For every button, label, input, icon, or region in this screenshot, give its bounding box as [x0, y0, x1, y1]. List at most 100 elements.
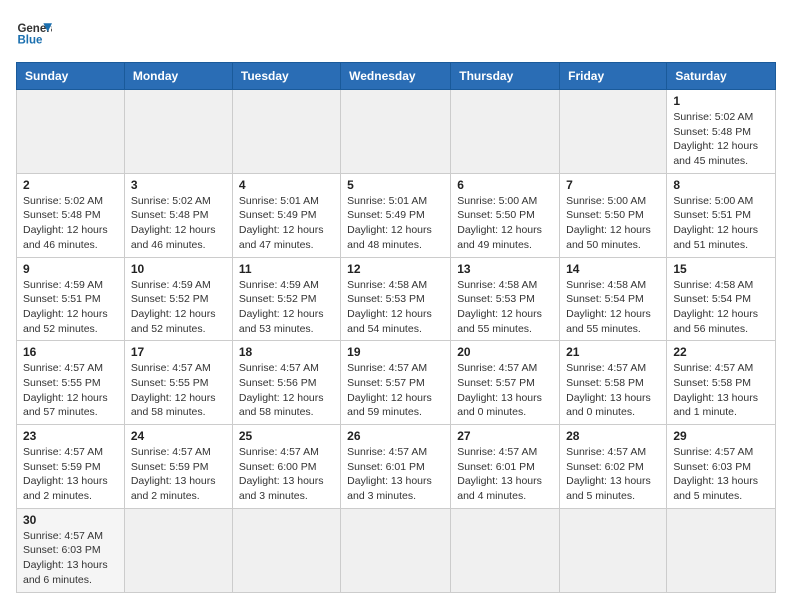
day-info: Sunrise: 4:57 AMSunset: 5:55 PMDaylight:… — [131, 361, 226, 420]
day-number: 6 — [457, 178, 553, 192]
day-info: Sunrise: 4:59 AMSunset: 5:52 PMDaylight:… — [239, 278, 334, 337]
day-cell — [124, 90, 232, 174]
day-number: 13 — [457, 262, 553, 276]
day-info: Sunrise: 5:01 AMSunset: 5:49 PMDaylight:… — [347, 194, 444, 253]
day-info: Sunrise: 5:02 AMSunset: 5:48 PMDaylight:… — [131, 194, 226, 253]
day-info: Sunrise: 4:57 AMSunset: 5:58 PMDaylight:… — [673, 361, 769, 420]
day-number: 1 — [673, 94, 769, 108]
day-cell: 6 Sunrise: 5:00 AMSunset: 5:50 PMDaylight… — [451, 173, 560, 257]
day-cell — [667, 508, 776, 592]
day-info: Sunrise: 5:02 AMSunset: 5:48 PMDaylight:… — [673, 110, 769, 169]
day-cell — [341, 508, 451, 592]
day-cell: 30 Sunrise: 4:57 AMSunset: 6:03 PMDayligh… — [17, 508, 125, 592]
day-cell: 2 Sunrise: 5:02 AMSunset: 5:48 PMDaylight… — [17, 173, 125, 257]
day-number: 22 — [673, 345, 769, 359]
calendar-table: SundayMondayTuesdayWednesdayThursdayFrid… — [16, 62, 776, 593]
day-cell: 12 Sunrise: 4:58 AMSunset: 5:53 PMDayligh… — [341, 257, 451, 341]
day-cell: 8Sunrise: 5:00 AMSunset: 5:51 PMDaylight… — [667, 173, 776, 257]
day-number: 21 — [566, 345, 660, 359]
day-info: Sunrise: 5:02 AMSunset: 5:48 PMDaylight:… — [23, 194, 118, 253]
day-number: 19 — [347, 345, 444, 359]
day-cell — [124, 508, 232, 592]
day-number: 23 — [23, 429, 118, 443]
day-number: 10 — [131, 262, 226, 276]
day-cell: 16Sunrise: 4:57 AMSunset: 5:55 PMDayligh… — [17, 341, 125, 425]
day-cell: 25Sunrise: 4:57 AMSunset: 6:00 PMDayligh… — [232, 425, 340, 509]
day-info: Sunrise: 4:57 AMSunset: 5:57 PMDaylight:… — [347, 361, 444, 420]
day-cell: 29Sunrise: 4:57 AMSunset: 6:03 PMDayligh… — [667, 425, 776, 509]
day-number: 28 — [566, 429, 660, 443]
day-info: Sunrise: 4:57 AMSunset: 5:57 PMDaylight:… — [457, 361, 553, 420]
day-info: Sunrise: 4:57 AMSunset: 5:59 PMDaylight:… — [131, 445, 226, 504]
day-info: Sunrise: 4:57 AMSunset: 5:56 PMDaylight:… — [239, 361, 334, 420]
day-info: Sunrise: 4:59 AMSunset: 5:51 PMDaylight:… — [23, 278, 118, 337]
day-number: 26 — [347, 429, 444, 443]
day-info: Sunrise: 5:00 AMSunset: 5:50 PMDaylight:… — [566, 194, 660, 253]
day-cell: 18Sunrise: 4:57 AMSunset: 5:56 PMDayligh… — [232, 341, 340, 425]
day-number: 16 — [23, 345, 118, 359]
day-cell — [341, 90, 451, 174]
day-cell: 20 Sunrise: 4:57 AMSunset: 5:57 PMDayligh… — [451, 341, 560, 425]
day-number: 30 — [23, 513, 118, 527]
day-cell: 11Sunrise: 4:59 AMSunset: 5:52 PMDayligh… — [232, 257, 340, 341]
day-cell: 19 Sunrise: 4:57 AMSunset: 5:57 PMDayligh… — [341, 341, 451, 425]
day-number: 24 — [131, 429, 226, 443]
day-cell: 21 Sunrise: 4:57 AMSunset: 5:58 PMDayligh… — [560, 341, 667, 425]
day-info: Sunrise: 4:57 AMSunset: 6:03 PMDaylight:… — [673, 445, 769, 504]
weekday-header-row: SundayMondayTuesdayWednesdayThursdayFrid… — [17, 63, 776, 90]
day-info: Sunrise: 4:57 AMSunset: 5:59 PMDaylight:… — [23, 445, 118, 504]
week-row-3: 9 Sunrise: 4:59 AMSunset: 5:51 PMDaylight… — [17, 257, 776, 341]
day-cell — [451, 508, 560, 592]
day-cell — [560, 508, 667, 592]
day-cell — [232, 508, 340, 592]
day-number: 20 — [457, 345, 553, 359]
day-number: 17 — [131, 345, 226, 359]
day-cell: 23 Sunrise: 4:57 AMSunset: 5:59 PMDayligh… — [17, 425, 125, 509]
weekday-header-wednesday: Wednesday — [341, 63, 451, 90]
day-cell — [17, 90, 125, 174]
day-info: Sunrise: 4:58 AMSunset: 5:53 PMDaylight:… — [457, 278, 553, 337]
day-info: Sunrise: 4:59 AMSunset: 5:52 PMDaylight:… — [131, 278, 226, 337]
day-cell: 7 Sunrise: 5:00 AMSunset: 5:50 PMDaylight… — [560, 173, 667, 257]
day-number: 8 — [673, 178, 769, 192]
day-cell — [451, 90, 560, 174]
day-info: Sunrise: 4:57 AMSunset: 6:02 PMDaylight:… — [566, 445, 660, 504]
day-cell: 24 Sunrise: 4:57 AMSunset: 5:59 PMDayligh… — [124, 425, 232, 509]
day-cell: 27Sunrise: 4:57 AMSunset: 6:01 PMDayligh… — [451, 425, 560, 509]
day-info: Sunrise: 4:58 AMSunset: 5:53 PMDaylight:… — [347, 278, 444, 337]
day-number: 2 — [23, 178, 118, 192]
week-row-6: 30 Sunrise: 4:57 AMSunset: 6:03 PMDayligh… — [17, 508, 776, 592]
day-info: Sunrise: 4:58 AMSunset: 5:54 PMDaylight:… — [566, 278, 660, 337]
day-cell: 9 Sunrise: 4:59 AMSunset: 5:51 PMDaylight… — [17, 257, 125, 341]
day-info: Sunrise: 4:57 AMSunset: 6:03 PMDaylight:… — [23, 529, 118, 588]
day-number: 9 — [23, 262, 118, 276]
day-info: Sunrise: 4:58 AMSunset: 5:54 PMDaylight:… — [673, 278, 769, 337]
svg-text:Blue: Blue — [17, 34, 43, 46]
day-number: 15 — [673, 262, 769, 276]
day-number: 12 — [347, 262, 444, 276]
day-cell: 10 Sunrise: 4:59 AMSunset: 5:52 PMDayligh… — [124, 257, 232, 341]
day-cell: 13 Sunrise: 4:58 AMSunset: 5:53 PMDayligh… — [451, 257, 560, 341]
day-number: 5 — [347, 178, 444, 192]
weekday-header-monday: Monday — [124, 63, 232, 90]
week-row-1: 1 Sunrise: 5:02 AMSunset: 5:48 PMDaylight… — [17, 90, 776, 174]
logo-icon: General Blue — [16, 16, 52, 52]
weekday-header-friday: Friday — [560, 63, 667, 90]
week-row-4: 16 Sunrise: 4:57 AMSunset: 5:55 PMDayligh… — [17, 341, 776, 425]
day-cell: 1 Sunrise: 5:02 AMSunset: 5:48 PMDaylight… — [667, 90, 776, 174]
day-info: Sunrise: 4:57 AMSunset: 6:00 PMDaylight:… — [239, 445, 334, 504]
weekday-header-saturday: Saturday — [667, 63, 776, 90]
day-cell — [232, 90, 340, 174]
day-info: Sunrise: 4:57 AMSunset: 5:58 PMDaylight:… — [566, 361, 660, 420]
day-cell: 17 Sunrise: 4:57 AMSunset: 5:55 PMDayligh… — [124, 341, 232, 425]
day-info: Sunrise: 4:57 AMSunset: 6:01 PMDaylight:… — [347, 445, 444, 504]
day-number: 3 — [131, 178, 226, 192]
weekday-header-thursday: Thursday — [451, 63, 560, 90]
page-header: General Blue — [16, 16, 776, 52]
day-cell: 22 Sunrise: 4:57 AMSunset: 5:58 PMDayligh… — [667, 341, 776, 425]
day-info: Sunrise: 5:00 AMSunset: 5:50 PMDaylight:… — [457, 194, 553, 253]
day-cell: 4Sunrise: 5:01 AMSunset: 5:49 PMDaylight… — [232, 173, 340, 257]
day-number: 7 — [566, 178, 660, 192]
day-cell: 15 Sunrise: 4:58 AMSunset: 5:54 PMDayligh… — [667, 257, 776, 341]
week-row-5: 23 Sunrise: 4:57 AMSunset: 5:59 PMDayligh… — [17, 425, 776, 509]
